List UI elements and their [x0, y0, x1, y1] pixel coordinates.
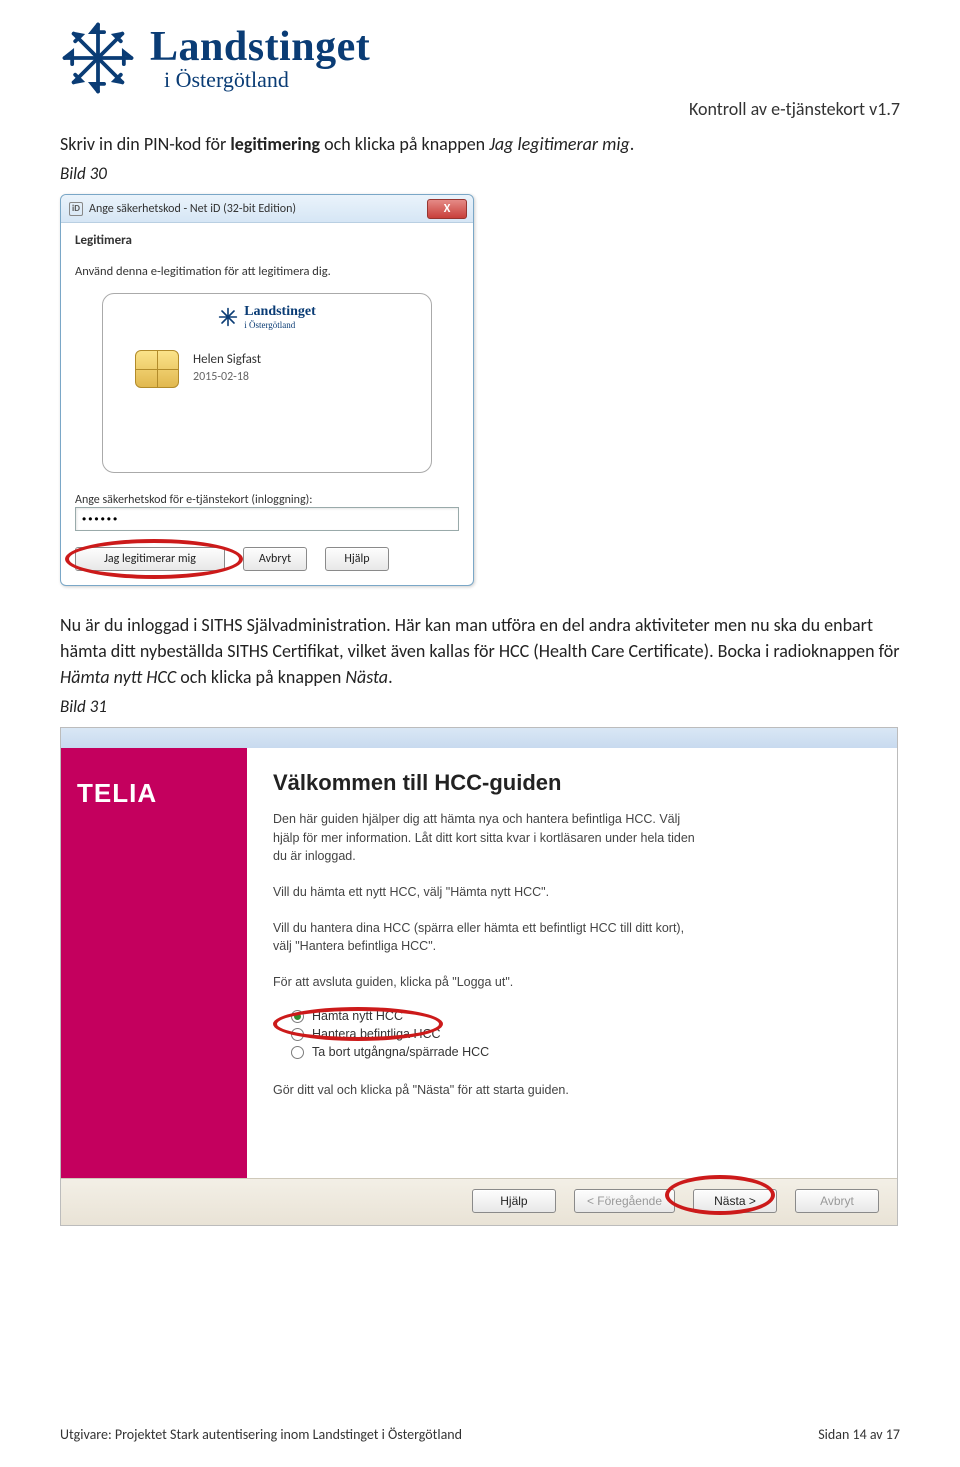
- intro-post: .: [630, 133, 635, 155]
- hcc-main: Välkommen till HCC-guiden Den här guiden…: [247, 748, 897, 1178]
- page-header: Landstinget i Östergötland Kontroll av e…: [60, 20, 900, 120]
- dialog-heading: Legitimera: [75, 233, 459, 248]
- close-button[interactable]: X: [427, 199, 467, 219]
- hcc-p3: Vill du hantera dina HCC (spärra eller h…: [273, 919, 703, 955]
- hcc-p1: Den här guiden hjälper dig att hämta nya…: [273, 810, 703, 864]
- paragraph-2: Nu är du inloggad i SITHS Självadministr…: [60, 612, 900, 690]
- radio-icon-checked: [291, 1010, 304, 1023]
- help-button[interactable]: Hjälp: [325, 547, 389, 571]
- radio-label-1: Hämta nytt HCC: [312, 1009, 403, 1023]
- p2-l1: Nu är du inloggad i SITHS Självadministr…: [60, 614, 900, 662]
- p2-i2: Nästa: [345, 666, 388, 688]
- hcc-help-button[interactable]: Hjälp: [472, 1189, 556, 1213]
- doc-title: Kontroll av e-tjänstekort v1.7: [689, 98, 900, 120]
- intro-text: Skriv in din PIN-kod för legitimering oc…: [60, 132, 900, 157]
- hcc-sidebar: TELIA: [61, 748, 247, 1178]
- intro-pre: Skriv in din PIN-kod för: [60, 133, 230, 155]
- radio-icon: [291, 1046, 304, 1059]
- radio-fetch-new[interactable]: Hämta nytt HCC: [291, 1009, 871, 1023]
- p2-post: .: [388, 666, 393, 688]
- card-holder-name: Helen Sigfast: [193, 352, 261, 367]
- hcc-titlebar: [61, 728, 897, 748]
- telia-logo-text: TELIA: [77, 778, 157, 808]
- hcc-prev-button[interactable]: < Föregående: [574, 1189, 675, 1213]
- card-date: 2015-02-18: [193, 370, 249, 384]
- netid-dialog: iD Ange säkerhetskod - Net iD (32-bit Ed…: [60, 194, 474, 586]
- hcc-next-button[interactable]: Nästa >: [693, 1189, 777, 1213]
- dialog-titlebar: iD Ange säkerhetskod - Net iD (32-bit Ed…: [61, 195, 473, 223]
- caption-2: Bild 31: [60, 696, 900, 717]
- p2-i1: Hämta nytt HCC: [60, 666, 176, 688]
- brand-name: Landstinget: [150, 23, 370, 71]
- intro-ital: Jag legitimerar mig: [489, 133, 630, 155]
- p2-mid: och klicka på knappen: [176, 666, 345, 688]
- radio-manage[interactable]: Hantera befintliga HCC: [291, 1027, 871, 1041]
- intro-mid: och klicka på knappen: [320, 133, 489, 155]
- footer-left: Utgivare: Projektet Stark autentisering …: [60, 1426, 462, 1443]
- intro-bold: legitimering: [230, 133, 320, 155]
- cancel-button[interactable]: Avbryt: [243, 547, 307, 571]
- card-logo-text: Landstinget i Östergötland: [244, 304, 316, 330]
- password-input[interactable]: [75, 507, 459, 531]
- hcc-p5: Gör ditt val och klicka på "Nästa" för a…: [273, 1081, 703, 1099]
- password-label: Ange säkerhetskod för e-tjänstekort (inl…: [75, 493, 459, 507]
- logo-block: Landstinget i Östergötland: [60, 20, 370, 96]
- hcc-p4: För att avsluta guiden, klicka på "Logga…: [273, 973, 703, 991]
- hcc-button-row: Hjälp < Föregående Nästa > Avbryt: [61, 1178, 897, 1225]
- legitimize-button[interactable]: Jag legitimerar mig: [75, 547, 225, 571]
- page-footer: Utgivare: Projektet Stark autentisering …: [60, 1426, 900, 1443]
- caption-1: Bild 30: [60, 163, 900, 184]
- id-card: Landstinget i Östergötland Helen Sigfast…: [102, 293, 432, 473]
- card-subbrand: i Östergötland: [244, 320, 316, 330]
- hcc-heading: Välkommen till HCC-guiden: [273, 770, 871, 796]
- card-snowflake-icon: [218, 307, 238, 327]
- hcc-guide-window: TELIA Välkommen till HCC-guiden Den här …: [60, 727, 898, 1226]
- chip-icon: [135, 350, 179, 388]
- logo-text: Landstinget i Östergötland: [150, 23, 370, 93]
- dialog-subtext: Använd denna e-legitimation för att legi…: [75, 264, 459, 279]
- snowflake-icon: [60, 20, 136, 96]
- footer-right: Sidan 14 av 17: [818, 1426, 900, 1443]
- id-icon: iD: [69, 202, 83, 216]
- hcc-p2: Vill du hämta ett nytt HCC, välj "Hämta …: [273, 883, 703, 901]
- dialog-title: Ange säkerhetskod - Net iD (32-bit Editi…: [89, 202, 296, 216]
- card-brand: Landstinget: [244, 304, 316, 320]
- radio-label-3: Ta bort utgångna/spärrade HCC: [312, 1045, 489, 1059]
- close-icon: X: [444, 202, 451, 216]
- radio-icon: [291, 1028, 304, 1041]
- radio-label-2: Hantera befintliga HCC: [312, 1027, 441, 1041]
- hcc-cancel-button[interactable]: Avbryt: [795, 1189, 879, 1213]
- radio-remove[interactable]: Ta bort utgångna/spärrade HCC: [291, 1045, 871, 1059]
